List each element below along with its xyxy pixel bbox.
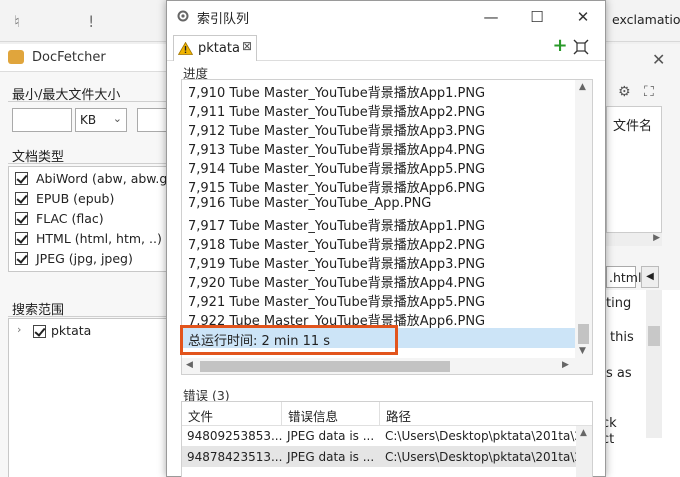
divider xyxy=(8,101,168,102)
checkbox[interactable] xyxy=(15,252,28,265)
log-line: 7,916 Tube Master_YouTube_App.PNG xyxy=(188,196,432,211)
error-message-cell: JPEG data is ... xyxy=(287,450,375,464)
scroll-right-icon[interactable]: ▶ xyxy=(653,233,660,243)
checkbox[interactable] xyxy=(15,172,28,185)
add-icon[interactable]: + xyxy=(551,37,569,55)
file-type-item[interactable]: EPUB (epub) xyxy=(15,191,114,211)
checkbox[interactable] xyxy=(15,212,28,225)
error-file-cell: 94878423513... xyxy=(187,450,282,464)
expand-chevron-icon[interactable]: › xyxy=(17,323,21,336)
file-column-header[interactable]: 文件 xyxy=(182,402,282,426)
scroll-right-icon[interactable]: ▶ xyxy=(562,360,569,370)
filename-column-header[interactable]: 文件名 xyxy=(613,115,652,134)
log-line: 7,920 Tube Master_YouTube背景播放App4.PNG xyxy=(188,276,486,291)
minimize-button[interactable]: — xyxy=(481,7,501,27)
scroll-thumb[interactable] xyxy=(578,324,589,344)
file-type-item[interactable]: FLAC (flac) xyxy=(15,211,104,231)
maximize-button[interactable]: ☐ xyxy=(527,7,547,27)
log-line: 7,919 Tube Master_YouTube背景播放App3.PNG xyxy=(188,257,486,272)
checkbox[interactable] xyxy=(15,192,28,205)
error-path-cell: C:\Users\Desktop\pktata\201ta\2016 xyxy=(385,450,593,464)
min-size-input[interactable] xyxy=(12,108,72,132)
divider xyxy=(8,163,168,164)
scroll-up-icon[interactable]: ▲ xyxy=(579,82,586,92)
maximize-icon[interactable]: ⛶ xyxy=(644,84,654,100)
error-message-cell: JPEG data is ... xyxy=(287,429,375,443)
chevron-down-icon: ⌄ xyxy=(112,112,122,125)
horizontal-scrollbar[interactable]: ▶ xyxy=(606,232,662,246)
error-file-cell: 94809253853... xyxy=(187,429,282,443)
path-column-header[interactable]: 路径 xyxy=(380,402,592,426)
errors-scrollbar[interactable]: ▲ xyxy=(576,426,592,477)
log-line: 7,918 Tube Master_YouTube背景播放App2.PNG xyxy=(188,238,486,253)
scroll-left-icon[interactable]: ◀ xyxy=(186,360,193,370)
log-line: 7,911 Tube Master_YouTube背景播放App2.PNG xyxy=(188,105,486,120)
gear-icon xyxy=(177,10,189,22)
search-scope-tree[interactable]: › pktata xyxy=(8,318,170,477)
exclamation-icon: ! xyxy=(88,12,95,31)
maximize-panel-icon[interactable] xyxy=(573,39,589,55)
file-type-label: AbiWord (abw, abw.gz xyxy=(36,171,170,186)
size-unit-value: KB xyxy=(80,113,97,127)
vertical-scrollbar[interactable]: ▲ ▼ xyxy=(575,80,592,358)
checkbox[interactable] xyxy=(33,325,46,338)
divider xyxy=(8,316,168,317)
checkbox[interactable] xyxy=(15,232,28,245)
file-type-item[interactable]: AbiWord (abw, abw.gz xyxy=(15,171,170,191)
errors-table[interactable]: 文件 错误信息 路径 94809253853... JPEG data is .… xyxy=(181,401,593,477)
close-button[interactable]: ✕ xyxy=(573,7,593,27)
preview-tab[interactable]: .html xyxy=(606,266,641,288)
dialog-title: 索引队列 xyxy=(197,12,250,27)
log-line: 7,915 Tube Master_YouTube背景播放App6.PNG xyxy=(188,181,486,196)
file-type-label: JPEG (jpg, jpeg) xyxy=(36,251,133,266)
preview-tab-label: .html xyxy=(609,270,642,285)
file-type-item[interactable]: JPEG (jpg, jpeg) xyxy=(15,251,133,271)
file-type-label: FLAC (flac) xyxy=(36,211,104,226)
close-tab-icon[interactable]: ⊠ xyxy=(242,39,252,53)
preview-scroll-icon[interactable]: ◀ xyxy=(641,266,659,288)
preview-scrollbar[interactable] xyxy=(646,290,662,438)
scroll-thumb[interactable] xyxy=(200,361,450,372)
scroll-thumb[interactable] xyxy=(648,326,660,346)
highlight-box xyxy=(180,325,398,355)
file-type-item[interactable]: HTML (html, htm, ..) xyxy=(15,231,162,251)
preview-text: ting this s as ck ct xyxy=(602,290,680,477)
results-table[interactable]: 文件名 xyxy=(606,106,662,246)
scope-item-label: pktata xyxy=(51,323,92,338)
tool-icon: ♮ xyxy=(14,12,20,31)
log-line: 7,921 Tube Master_YouTube背景播放App5.PNG xyxy=(188,295,486,310)
dialog-titlebar: 索引队列 — ☐ ✕ xyxy=(167,1,605,33)
file-types-list[interactable]: AbiWord (abw, abw.gz EPUB (epub) FLAC (f… xyxy=(8,166,170,272)
log-line: 7,910 Tube Master_YouTube背景播放App1.PNG xyxy=(188,86,486,101)
log-line: 7,913 Tube Master_YouTube背景播放App4.PNG xyxy=(188,143,486,158)
toolbar-label: exclamation xyxy=(612,12,680,27)
tab-label: pktata xyxy=(198,41,240,56)
app-title: DocFetcher xyxy=(32,50,106,65)
tab-bar: pktata ⊠ xyxy=(167,33,605,61)
docfetcher-logo-icon xyxy=(8,50,24,64)
log-line: 7,917 Tube Master_YouTube背景播放App1.PNG xyxy=(188,219,486,234)
log-line: 7,912 Tube Master_YouTube背景播放App3.PNG xyxy=(188,124,486,139)
size-unit-select[interactable]: KB ⌄ xyxy=(75,108,127,132)
warning-icon xyxy=(178,42,193,55)
scroll-up-icon[interactable]: ▲ xyxy=(580,428,587,438)
file-type-label: EPUB (epub) xyxy=(36,191,115,206)
log-line: 7,914 Tube Master_YouTube背景播放App5.PNG xyxy=(188,162,486,177)
docfetcher-titlebar: DocFetcher xyxy=(0,44,170,72)
horizontal-scrollbar[interactable]: ◀ ▶ xyxy=(182,358,592,374)
error-path-cell: C:\Users\Desktop\pktata\201ta\2016 xyxy=(385,429,593,443)
scroll-down-icon[interactable]: ▼ xyxy=(579,346,586,356)
index-queue-dialog: 索引队列 — ☐ ✕ pktata ⊠ + 进度 7,910 Tube Mast… xyxy=(166,0,606,477)
settings-icon[interactable]: ⚙ xyxy=(618,84,631,100)
close-icon[interactable]: ✕ xyxy=(652,50,665,69)
preview-text-line: this xyxy=(610,330,634,345)
tab-pktata[interactable]: pktata ⊠ xyxy=(173,35,257,61)
error-column-header[interactable]: 错误信息 xyxy=(282,402,380,426)
preview-text-line: s as xyxy=(606,366,632,381)
preview-text-line: ting xyxy=(606,296,632,311)
file-type-label: HTML (html, htm, ..) xyxy=(36,231,162,246)
